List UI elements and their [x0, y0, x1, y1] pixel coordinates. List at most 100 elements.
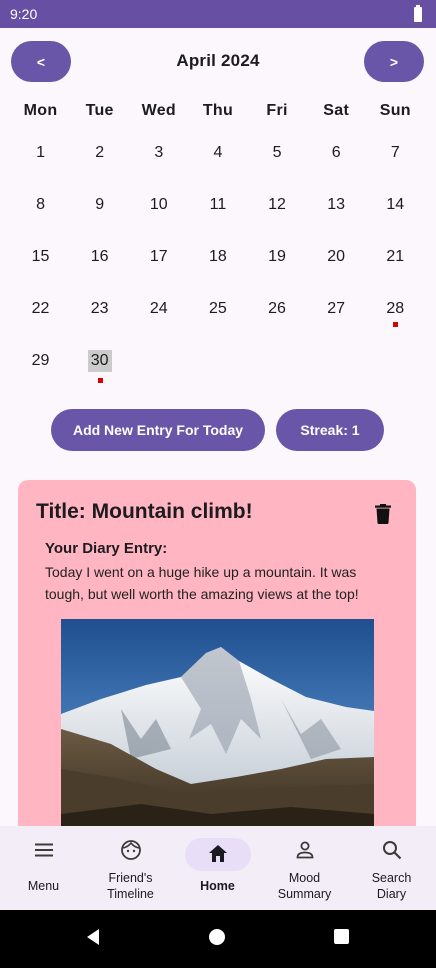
mountain-photo [61, 619, 374, 826]
day-number: 1 [36, 144, 46, 161]
calendar-day[interactable]: 24 [129, 282, 188, 334]
day-number: 26 [268, 300, 286, 317]
status-time: 9:20 [10, 6, 38, 22]
day-number: 28 [386, 300, 405, 317]
calendar-day[interactable]: 16 [70, 230, 129, 282]
calendar-day[interactable]: 5 [248, 126, 307, 178]
weekday-label: Sun [379, 102, 411, 119]
calendar-empty-cell [366, 334, 425, 386]
weekday-label: Fri [266, 102, 288, 119]
day-number: 29 [31, 352, 50, 369]
add-new-entry-button[interactable]: Add New Entry For Today [51, 409, 265, 451]
day-number: 2 [95, 144, 105, 161]
day-number: 11 [209, 196, 227, 213]
day-number: 16 [90, 248, 109, 265]
calendar-day[interactable]: 7 [366, 126, 425, 178]
day-number: 15 [31, 248, 50, 265]
calendar-week-row: 22 23 24 25 26 27 28 [11, 282, 425, 334]
calendar-day[interactable]: 22 [11, 282, 70, 334]
bottom-navigation: Menu Friend's Timeline Home Mood Summary [0, 826, 436, 910]
calendar-day[interactable]: 26 [248, 282, 307, 334]
calendar-day[interactable]: 6 [307, 126, 366, 178]
nav-home-active-indicator [184, 838, 251, 871]
calendar-day[interactable]: 1 [11, 126, 70, 178]
day-number: 18 [209, 248, 227, 265]
day-number: 12 [268, 196, 286, 213]
weekday-label: Tue [85, 102, 114, 119]
streak-button[interactable]: Streak: 1 [276, 409, 384, 451]
day-number: 24 [149, 300, 168, 317]
day-number: 21 [386, 248, 405, 265]
calendar-day[interactable]: 20 [307, 230, 366, 282]
calendar-day[interactable]: 21 [366, 230, 425, 282]
day-number: 14 [386, 196, 405, 213]
calendar-week-row: 15 16 17 18 19 20 21 [11, 230, 425, 282]
day-number: 6 [331, 144, 341, 161]
friends-face-icon [120, 840, 141, 860]
calendar-day[interactable]: 17 [129, 230, 188, 282]
calendar-weeks: 1 2 3 4 5 6 7 8 9 10 11 12 13 14 15 16 17 18 19 20 21 22 23 24 2… [11, 126, 425, 386]
day-number: 22 [31, 300, 50, 317]
calendar-week-row: 1 2 3 4 5 6 7 [11, 126, 425, 178]
calendar-day[interactable]: 29 [11, 334, 70, 386]
calendar-day[interactable]: 11 [188, 178, 247, 230]
calendar-day[interactable]: 19 [248, 230, 307, 282]
calendar-day[interactable]: 13 [307, 178, 366, 230]
calendar-day[interactable]: 14 [366, 178, 425, 230]
calendar-day[interactable]: 9 [70, 178, 129, 230]
calendar-day[interactable]: 3 [129, 126, 188, 178]
system-navigation-bar [0, 910, 436, 968]
nav-home[interactable]: Home [174, 826, 261, 910]
day-number: 13 [327, 196, 346, 213]
calendar-day[interactable]: 27 [307, 282, 366, 334]
nav-friends-timeline[interactable]: Friend's Timeline [87, 826, 174, 910]
day-number: 3 [154, 144, 164, 161]
diary-entry-label: Your Diary Entry: [45, 540, 168, 557]
trash-icon[interactable] [374, 504, 392, 524]
recents-square-icon[interactable] [334, 929, 349, 944]
search-icon [382, 841, 401, 860]
battery-icon [414, 4, 422, 22]
calendar-day[interactable]: 28 [366, 282, 425, 334]
nav-menu-label: Menu [27, 879, 60, 893]
weekday-label: Sat [323, 102, 350, 119]
weekday-label: Mon [23, 102, 58, 119]
nav-mood-summary[interactable]: Mood Summary [261, 826, 348, 910]
home-circle-icon[interactable] [209, 929, 225, 945]
nav-search-diary[interactable]: Search Diary [348, 826, 435, 910]
app-screen: < April 2024 > Mon Tue Wed Thu Fri Sat S… [0, 28, 436, 826]
day-number: 20 [327, 248, 346, 265]
calendar-day[interactable]: 25 [188, 282, 247, 334]
calendar-day[interactable]: 18 [188, 230, 247, 282]
day-number: 23 [90, 300, 109, 317]
calendar-day[interactable]: 12 [248, 178, 307, 230]
person-icon [296, 841, 313, 859]
calendar-empty-cell [307, 334, 366, 386]
calendar-grid: Mon Tue Wed Thu Fri Sat Sun 1 2 3 4 5 6 7 8 9 10 1… [11, 94, 425, 386]
selected-day-number: 30 [87, 350, 112, 372]
next-month-button[interactable]: > [364, 41, 424, 82]
calendar-empty-cell [129, 334, 188, 386]
calendar-week-row: 29 30 [11, 334, 425, 386]
nav-friends-timeline-label: Friend's Timeline [107, 871, 154, 901]
day-number: 17 [149, 248, 168, 265]
calendar-day[interactable]: 23 [70, 282, 129, 334]
entry-marker-dot [393, 322, 399, 327]
calendar-day[interactable]: 30 [70, 334, 129, 386]
calendar-day[interactable]: 2 [70, 126, 129, 178]
weekday-label: Thu [202, 102, 234, 119]
diary-entry-text: Today I went on a huge hike up a mountai… [45, 564, 359, 602]
calendar-day[interactable]: 10 [129, 178, 188, 230]
calendar-day[interactable]: 4 [188, 126, 247, 178]
back-icon[interactable] [85, 928, 101, 946]
day-number: 4 [213, 144, 223, 161]
calendar-day[interactable]: 8 [11, 178, 70, 230]
nav-menu[interactable]: Menu [0, 826, 87, 910]
diary-entry-card[interactable]: Title: Mountain climb! Your Diary Entry:… [18, 480, 416, 826]
weekday-header-row: Mon Tue Wed Thu Fri Sat Sun [11, 94, 425, 126]
day-number: 7 [390, 144, 400, 161]
calendar-day[interactable]: 15 [11, 230, 70, 282]
month-header: < April 2024 > [0, 28, 436, 94]
day-number: 27 [327, 300, 346, 317]
weekday-label: Wed [141, 102, 176, 119]
